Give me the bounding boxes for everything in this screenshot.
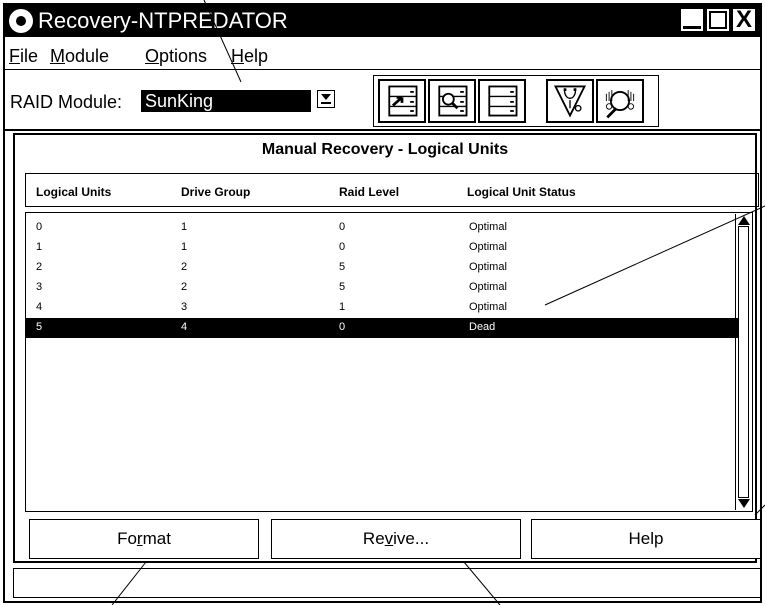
cell-logical-unit: 5 — [36, 321, 43, 333]
cell-logical-unit: 4 — [36, 301, 43, 313]
minimize-button[interactable] — [681, 9, 703, 31]
help-button[interactable]: Help — [531, 519, 761, 559]
chevron-down-icon[interactable] — [317, 90, 335, 108]
menu-help[interactable]: Help — [231, 46, 268, 67]
cell-raid-level: 1 — [339, 301, 346, 313]
menu-module-rest: odule — [65, 46, 110, 66]
menu-help-mnemonic: H — [231, 46, 244, 66]
close-button[interactable]: X — [733, 8, 755, 32]
main-window: Recovery-NTPREDATOR X File Module Option… — [3, 3, 762, 603]
format-button[interactable]: Format — [29, 519, 259, 559]
revive-button[interactable]: Revive... — [271, 519, 521, 559]
cell-status: Optimal — [469, 261, 507, 273]
status-icon[interactable] — [428, 79, 476, 123]
list-item[interactable]: 1 1 0 Optimal — [26, 238, 738, 258]
maintenance-icon[interactable] — [546, 79, 594, 123]
list-item[interactable]: 4 3 1 Optimal — [26, 298, 738, 318]
column-header-raid-level[interactable]: Raid Level — [339, 185, 399, 199]
vertical-scrollbar[interactable] — [735, 214, 751, 510]
list-item[interactable]: 2 2 5 Optimal — [26, 258, 738, 278]
window-title: Recovery-NTPREDATOR — [38, 8, 288, 33]
cell-drive-group: 1 — [181, 241, 188, 253]
format-label-b: mat — [142, 529, 171, 548]
toolbar: RAID Module: SunKing — [5, 71, 760, 131]
cell-drive-group: 1 — [181, 221, 188, 233]
cell-raid-level: 0 — [339, 221, 346, 233]
menu-bar: File Module Options Help — [5, 43, 760, 69]
scroll-down-icon[interactable] — [738, 499, 750, 508]
cell-status: Optimal — [469, 301, 507, 313]
scroll-up-icon[interactable] — [738, 216, 750, 225]
list-item[interactable]: 3 2 5 Optimal — [26, 278, 738, 298]
cell-raid-level: 0 — [339, 321, 346, 333]
raid-module-select[interactable]: SunKing — [141, 90, 311, 112]
recovery-icon[interactable] — [478, 79, 526, 123]
column-header-logical-units[interactable]: Logical Units — [36, 185, 111, 199]
title-bar[interactable]: Recovery-NTPREDATOR X — [5, 5, 760, 37]
column-header-status[interactable]: Logical Unit Status — [467, 185, 576, 199]
revive-label-a: Re — [362, 529, 385, 548]
cell-drive-group: 2 — [181, 261, 188, 273]
cell-logical-unit: 3 — [36, 281, 43, 293]
revive-mnemonic: v — [384, 529, 394, 548]
application-toolbar — [373, 75, 659, 127]
menu-options-rest: ptions — [159, 46, 208, 66]
cell-logical-unit: 1 — [36, 241, 43, 253]
cell-status: Optimal — [469, 221, 507, 233]
cell-logical-unit: 0 — [36, 221, 43, 233]
format-label-a: Fo — [117, 529, 137, 548]
cell-raid-level: 5 — [339, 281, 346, 293]
panel-title: Manual Recovery - Logical Units — [261, 141, 509, 158]
cell-drive-group: 2 — [181, 281, 188, 293]
menu-options-mnemonic: O — [145, 46, 160, 66]
configuration-icon[interactable] — [378, 79, 426, 123]
list-item[interactable]: 0 1 0 Optimal — [26, 218, 738, 238]
cell-status: Optimal — [469, 241, 507, 253]
list-item-selected[interactable]: 5 4 0 Dead — [26, 318, 738, 338]
menu-divider — [5, 69, 760, 70]
cell-raid-level: 5 — [339, 261, 346, 273]
cell-status: Dead — [469, 321, 496, 333]
menu-file-rest: ile — [20, 46, 39, 66]
menu-options[interactable]: Options — [145, 46, 207, 67]
revive-label-b: ive... — [393, 529, 430, 548]
about-icon[interactable] — [596, 79, 644, 123]
menu-module[interactable]: Module — [50, 46, 109, 67]
cell-drive-group: 3 — [181, 301, 188, 313]
logical-unit-list[interactable]: 0 1 0 Optimal 1 1 0 Optimal 2 2 5 Optima… — [25, 212, 753, 512]
maximize-button[interactable] — [707, 9, 729, 31]
menu-module-mnemonic: M — [50, 46, 65, 66]
cell-status: Optimal — [469, 281, 507, 293]
cell-raid-level: 0 — [339, 241, 346, 253]
menu-help-rest: elp — [244, 46, 269, 66]
column-header-bar: Logical Units Drive Group Raid Level Log… — [25, 173, 759, 207]
menu-file[interactable]: File — [9, 46, 38, 67]
scroll-track[interactable] — [738, 226, 749, 498]
menu-file-mnemonic: F — [9, 46, 20, 66]
cell-logical-unit: 2 — [36, 261, 43, 273]
raid-module-label: RAID Module: — [10, 92, 123, 112]
manual-recovery-panel: Manual Recovery - Logical Units Logical … — [13, 133, 761, 563]
app-icon[interactable] — [9, 9, 33, 33]
status-bar — [13, 568, 761, 598]
column-header-drive-group[interactable]: Drive Group — [181, 185, 250, 199]
cell-drive-group: 4 — [181, 321, 188, 333]
